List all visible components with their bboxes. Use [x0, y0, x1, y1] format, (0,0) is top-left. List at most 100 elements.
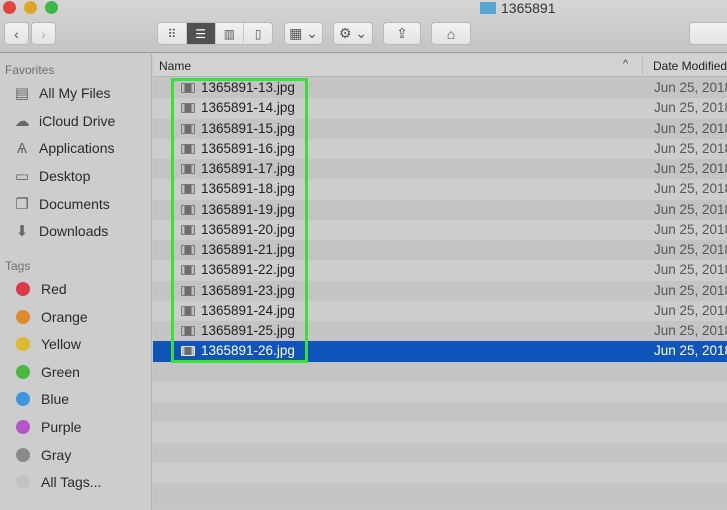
image-file-icon: [181, 305, 195, 316]
icon-view-icon: ⠿: [167, 26, 177, 41]
minimize-window-button[interactable]: [24, 1, 37, 14]
sidebar-item-label: Blue: [41, 391, 70, 408]
favorites-heading: Favorites: [5, 63, 55, 77]
file-row[interactable]: 1365891-25.jpg Jun 25, 2018: [153, 321, 727, 342]
tag-color-dot-icon: [16, 392, 30, 407]
file-row[interactable]: 1365891-22.jpg Jun 25, 2018: [153, 260, 727, 281]
column-header-date-modified[interactable]: Date Modified: [653, 59, 727, 73]
sidebar-item-icloud-drive[interactable]: ☁ iCloud Drive: [12, 110, 116, 132]
applications-icon: Ѧ: [16, 139, 28, 157]
cover-flow-icon: ▯: [254, 26, 262, 41]
search-input[interactable]: [689, 22, 727, 45]
view-mode-control: ⠿ ☰ ▥ ▯: [157, 22, 273, 45]
empty-row: [153, 361, 727, 382]
file-row[interactable]: 1365891-17.jpg Jun 25, 2018: [153, 159, 727, 180]
sidebar-item-desktop[interactable]: ▭ Desktop: [12, 165, 90, 187]
sidebar-item-label: Applications: [39, 140, 115, 156]
arrange-button[interactable]: ▦ ⌄: [284, 22, 323, 45]
file-date-modified: Jun 25, 2018: [654, 302, 727, 318]
file-date-modified: Jun 25, 2018: [654, 140, 727, 156]
image-file-icon: [181, 103, 195, 114]
forward-button[interactable]: ›: [31, 22, 56, 45]
file-row[interactable]: 1365891-24.jpg Jun 25, 2018: [153, 300, 727, 321]
column-header-name[interactable]: Name: [159, 59, 191, 73]
file-name: 1365891-18.jpg: [201, 181, 295, 197]
tag-color-dot-icon: [16, 337, 30, 352]
icon-view-button[interactable]: ⠿: [158, 23, 187, 44]
file-row[interactable]: 1365891-20.jpg Jun 25, 2018: [153, 219, 727, 240]
empty-row: [153, 402, 727, 423]
sidebar-item-downloads[interactable]: ⬇ Downloads: [12, 220, 109, 242]
image-file-icon: [181, 143, 195, 154]
column-divider[interactable]: [642, 56, 643, 75]
share-button[interactable]: ⇪: [383, 22, 421, 45]
image-file-icon: [181, 224, 195, 235]
sidebar-tag-red[interactable]: Red: [12, 278, 67, 300]
sidebar-item-label: Downloads: [39, 223, 109, 239]
file-date-modified: Jun 25, 2018: [654, 181, 727, 197]
file-name: 1365891-19.jpg: [201, 201, 295, 217]
file-date-modified: Jun 25, 2018: [654, 120, 727, 136]
sort-ascending-icon: ^: [623, 58, 629, 70]
file-name: 1365891-23.jpg: [201, 282, 295, 298]
file-row[interactable]: 1365891-19.jpg Jun 25, 2018: [153, 199, 727, 220]
list-view-icon: ☰: [195, 26, 206, 41]
image-file-icon: [181, 265, 195, 276]
sidebar: Favorites ▤ All My Files ☁ iCloud Drive …: [0, 54, 152, 510]
empty-row: [153, 483, 727, 504]
zoom-window-button[interactable]: [45, 1, 58, 14]
tag-color-dot-icon: [16, 364, 30, 379]
file-row[interactable]: 1365891-21.jpg Jun 25, 2018: [153, 240, 727, 261]
action-button[interactable]: ⚙ ⌄: [333, 22, 373, 45]
sidebar-item-all-my-files[interactable]: ▤ All My Files: [12, 82, 111, 104]
tag-color-dot-icon: [16, 475, 30, 490]
file-row[interactable]: 1365891-13.jpg Jun 25, 2018: [153, 78, 727, 99]
file-date-modified: Jun 25, 2018: [654, 262, 727, 278]
column-view-button[interactable]: ▥: [216, 23, 245, 44]
file-row[interactable]: 1365891-14.jpg Jun 25, 2018: [153, 98, 727, 119]
sidebar-tag-green[interactable]: Green: [12, 361, 80, 383]
sidebar-item-label: Green: [41, 363, 80, 380]
file-name: 1365891-17.jpg: [201, 161, 295, 176]
tags-heading: Tags: [5, 259, 31, 273]
file-row[interactable]: 1365891-16.jpg Jun 25, 2018: [153, 138, 727, 159]
file-name: 1365891-25.jpg: [201, 323, 295, 338]
sidebar-tag-gray[interactable]: Gray: [12, 444, 71, 466]
sidebar-item-label: Yellow: [41, 336, 81, 353]
documents-icon: ❐: [15, 196, 29, 213]
sidebar-tag-purple[interactable]: Purple: [12, 416, 81, 438]
edit-tags-button[interactable]: ⌂: [431, 22, 471, 45]
sidebar-item-label: iCloud Drive: [39, 113, 116, 129]
file-row[interactable]: 1365891-26.jpg Jun 25, 2018: [153, 341, 727, 362]
sidebar-item-documents[interactable]: ❐ Documents: [12, 193, 110, 215]
folder-icon: [480, 2, 496, 14]
list-view-button[interactable]: ☰: [186, 23, 216, 44]
list-header: Name ^ Date Modified: [153, 54, 727, 77]
sidebar-tag-yellow[interactable]: Yellow: [12, 333, 81, 355]
file-row[interactable]: 1365891-23.jpg Jun 25, 2018: [153, 280, 727, 301]
file-date-modified: Jun 25, 2018: [654, 343, 727, 359]
sidebar-item-applications[interactable]: Ѧ Applications: [12, 137, 115, 159]
sidebar-tag-orange[interactable]: Orange: [12, 306, 88, 328]
file-row[interactable]: 1365891-18.jpg Jun 25, 2018: [153, 179, 727, 200]
file-date-modified: Jun 25, 2018: [654, 221, 727, 237]
file-date-modified: Jun 25, 2018: [654, 282, 727, 298]
file-name: 1365891-26.jpg: [201, 343, 295, 359]
empty-row: [153, 442, 727, 463]
cover-flow-view-button[interactable]: ▯: [244, 23, 272, 44]
empty-row: [153, 422, 727, 443]
sidebar-tag-blue[interactable]: Blue: [12, 388, 69, 410]
empty-row: [153, 462, 727, 483]
file-name: 1365891-15.jpg: [201, 120, 295, 136]
file-name: 1365891-22.jpg: [201, 262, 295, 278]
file-row[interactable]: 1365891-15.jpg Jun 25, 2018: [153, 118, 727, 139]
share-icon: ⇪: [396, 25, 408, 41]
file-date-modified: Jun 25, 2018: [654, 161, 727, 176]
file-name: 1365891-21.jpg: [201, 242, 295, 257]
close-window-button[interactable]: [3, 1, 16, 14]
file-date-modified: Jun 25, 2018: [654, 242, 727, 257]
empty-row: [153, 381, 727, 402]
image-file-icon: [181, 83, 195, 93]
sidebar-tag-alltags[interactable]: All Tags...: [12, 471, 101, 493]
back-button[interactable]: ‹: [4, 22, 29, 45]
